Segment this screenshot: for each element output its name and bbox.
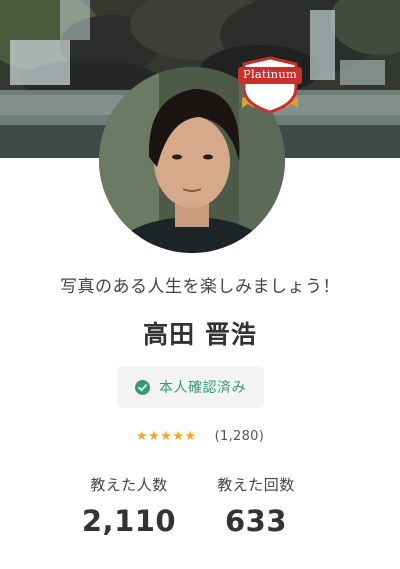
lessons-label: 教えた回数 [217, 476, 295, 494]
verified-badge: 本人確認済み [117, 366, 264, 408]
lessons-value: 633 [224, 504, 288, 538]
check-circle-icon [135, 379, 150, 395]
verified-label: 本人確認済み [159, 380, 246, 396]
lessons-stat: 教えた回数 633 [186, 474, 326, 538]
rating-stars: ★★★★★ [135, 429, 197, 444]
students-value: 2,110 [81, 504, 177, 538]
profile-name: 高田 晋浩 [143, 320, 257, 349]
profile-tagline: 写真のある人生を楽しみましょう！ [60, 277, 340, 297]
rating: ★★★★★ (1,280) [0, 429, 400, 444]
students-label: 教えた人数 [90, 476, 168, 494]
students-stat: 教えた人数 2,110 [59, 474, 199, 538]
review-count: (1,280) [214, 429, 265, 444]
platinum-badge-icon: Platinum [236, 54, 304, 114]
